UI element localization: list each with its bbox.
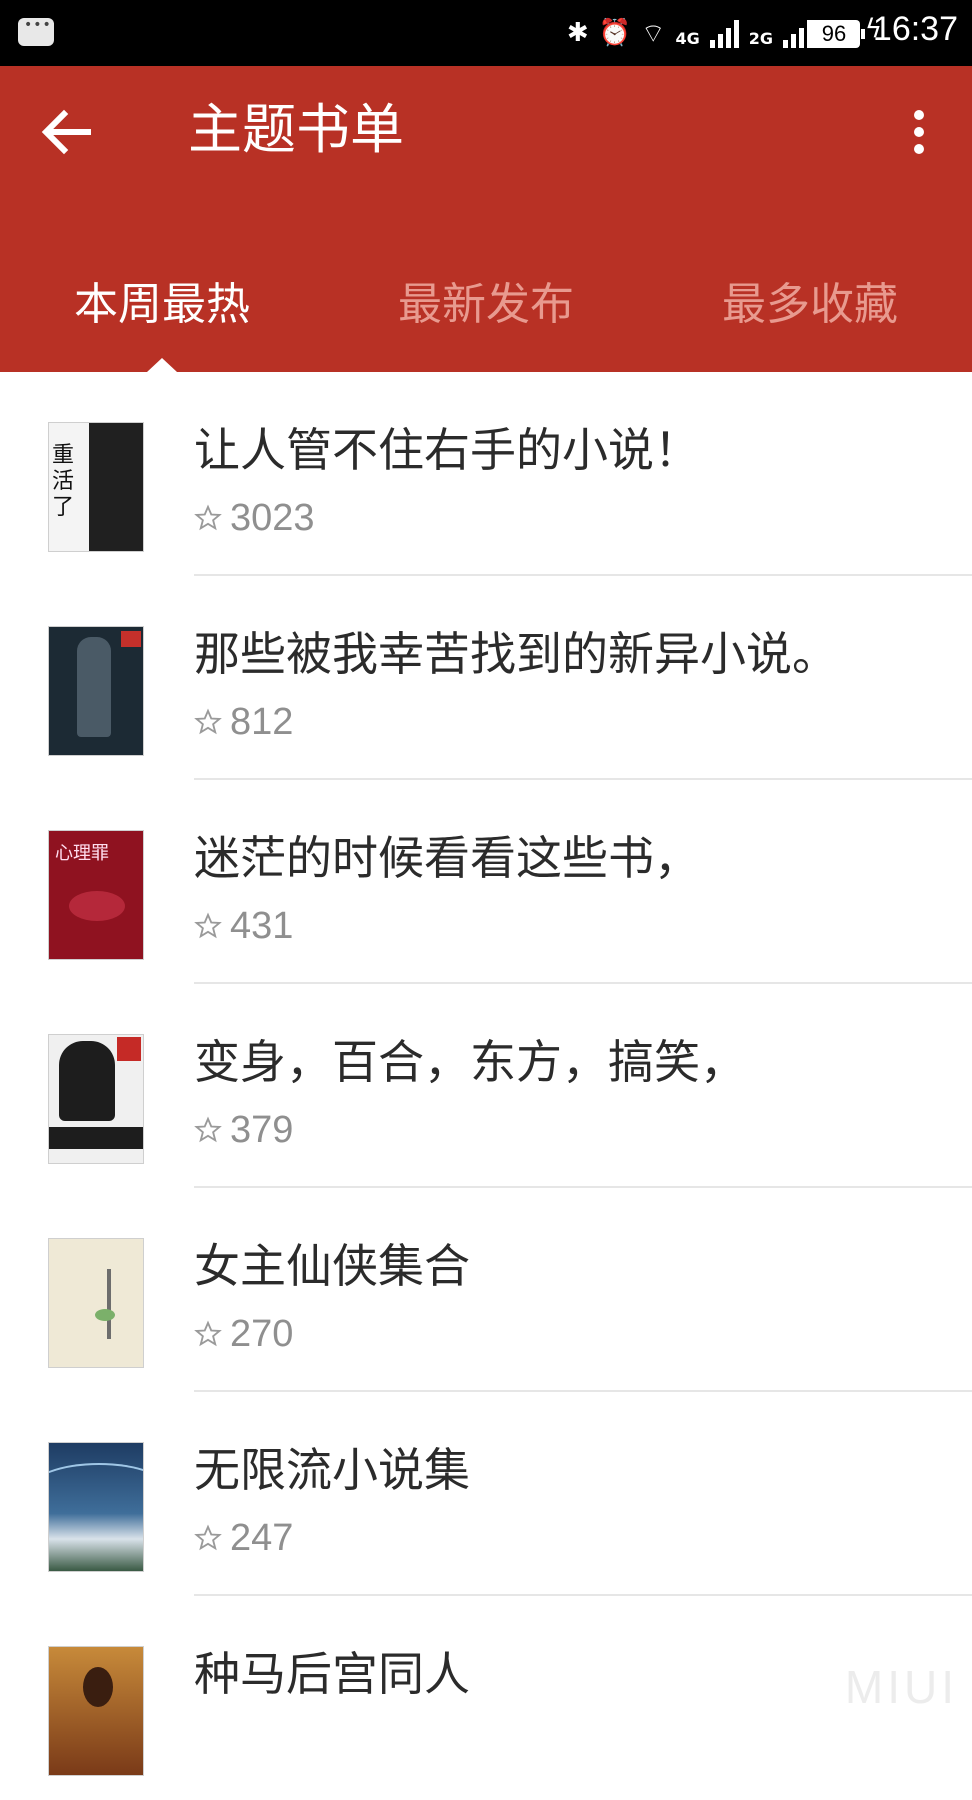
cover-title: 心理罪	[55, 843, 109, 864]
book-cover: 心理罪	[48, 830, 144, 960]
booklist-title: 无限流小说集	[194, 1443, 470, 1497]
status-bar: ✱ ⏰ ⌔ 4G 2G 96 ϟ 16:37	[0, 0, 972, 66]
watermark: MIUI	[844, 1661, 958, 1713]
star-outline-icon	[194, 708, 222, 735]
star-outline-icon	[194, 912, 222, 939]
active-tab-indicator	[147, 358, 177, 372]
bluetooth-icon: ✱	[566, 18, 589, 48]
star-outline-icon	[194, 1320, 222, 1347]
booklist-list: 重活了 让人管不住右手的小说！ 3023 那些被我幸苦找到的新异小说。 812 …	[0, 372, 972, 1800]
favorites-meta: 270	[194, 1312, 293, 1356]
favorites-count: 431	[230, 904, 294, 947]
favorites-meta: 812	[194, 700, 293, 744]
list-item[interactable]: 种马后宫同人	[0, 1596, 972, 1800]
star-outline-icon	[194, 1116, 222, 1143]
star-outline-icon	[194, 504, 222, 531]
wifi-icon: ⌔	[641, 18, 666, 49]
booklist-title: 让人管不住右手的小说！	[194, 423, 700, 477]
list-item[interactable]: 无限流小说集 247	[0, 1392, 972, 1596]
booklist-title: 变身，百合，东方，搞笑，	[194, 1035, 746, 1089]
list-item[interactable]: 变身，百合，东方，搞笑， 379	[0, 984, 972, 1188]
favorites-count: 379	[230, 1108, 294, 1151]
tab-newest[interactable]: 最新发布	[324, 250, 648, 360]
network-label-b: 2G	[748, 28, 773, 48]
favorites-count: 247	[230, 1516, 294, 1559]
list-item[interactable]: 心理罪 迷茫的时候看看这些书， 431	[0, 780, 972, 984]
more-dot-icon	[914, 110, 924, 120]
list-item[interactable]: 重活了 让人管不住右手的小说！ 3023	[0, 372, 972, 576]
tab-most-favorited[interactable]: 最多收藏	[648, 250, 972, 360]
book-cover	[48, 1646, 144, 1776]
favorites-meta: 431	[194, 904, 293, 948]
back-arrow-icon	[41, 109, 91, 155]
cover-title: 重活了	[52, 443, 75, 520]
alarm-icon: ⏰	[598, 18, 632, 48]
page-title: 主题书单	[188, 98, 404, 161]
booklist-title: 迷茫的时候看看这些书，	[194, 831, 700, 885]
favorites-meta: 3023	[194, 496, 315, 540]
favorites-meta: 379	[194, 1108, 293, 1152]
list-item[interactable]: 那些被我幸苦找到的新异小说。 812	[0, 576, 972, 780]
status-icons: ✱ ⏰ ⌔ 4G 2G	[567, 12, 812, 54]
book-cover	[48, 1034, 144, 1164]
tab-weekly-hot[interactable]: 本周最热	[0, 250, 324, 360]
book-cover	[48, 626, 144, 756]
booklist-title: 那些被我幸苦找到的新异小说。	[194, 627, 838, 681]
favorites-meta: 247	[194, 1516, 293, 1560]
message-notification-icon	[18, 17, 54, 46]
overflow-menu-button[interactable]	[894, 100, 942, 164]
star-outline-icon	[194, 1524, 222, 1551]
booklist-title: 种马后宫同人	[194, 1647, 470, 1701]
book-cover	[48, 1442, 144, 1572]
network-label-a: 4G	[675, 28, 700, 48]
battery-indicator: 96	[808, 20, 865, 48]
favorites-count: 812	[230, 700, 294, 743]
book-cover	[48, 1238, 144, 1368]
favorites-count: 3023	[230, 496, 315, 539]
tab-bar: 本周最热 最新发布 最多收藏	[0, 250, 972, 360]
back-button[interactable]	[36, 100, 100, 164]
status-time: 16:37	[872, 10, 958, 48]
booklist-title: 女主仙侠集合	[194, 1239, 470, 1293]
favorites-count: 270	[230, 1312, 294, 1355]
book-cover: 重活了	[48, 422, 144, 552]
signal-a-icon	[709, 18, 739, 48]
list-item[interactable]: 女主仙侠集合 270	[0, 1188, 972, 1392]
app-bar: 主题书单 本周最热 最新发布 最多收藏	[0, 66, 972, 372]
